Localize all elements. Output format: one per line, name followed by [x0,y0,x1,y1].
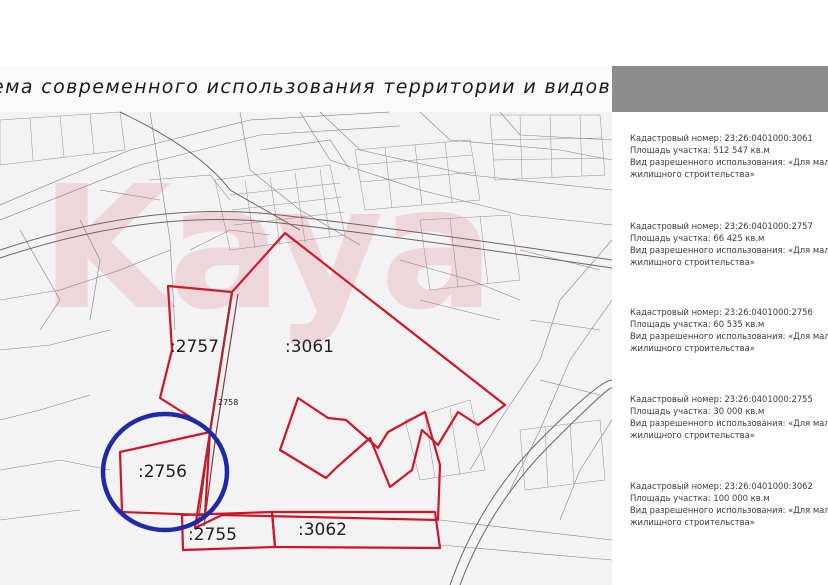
permitted-use-cont: жилищного строительства» [630,257,755,267]
cadastral-number: Кадастровый номер: 23:26:0401000:2757 [630,221,813,231]
cadastral-number: Кадастровый номер: 23:26:0401000:2756 [630,307,813,317]
legend-panel: Кадастровый номер: 23:26:0401000:3061 Пл… [612,66,828,585]
parcel-area: Площадь участка: 30 000 кв.м [630,406,765,416]
legend-item-3061: Кадастровый номер: 23:26:0401000:3061 Пл… [630,132,828,180]
legend-item-3062: Кадастровый номер: 23:26:0401000:3062 Пл… [630,480,828,528]
cadastral-map: :3061 :2757 :2756 :2755 :3062 2758 Kaya … [0,0,828,585]
cadastral-number: Кадастровый номер: 23:26:0401000:2755 [630,394,813,404]
parcel-label-2755: :2755 [188,525,237,545]
parcel-area: Площадь участка: 66 425 кв.м [630,233,765,243]
parcel-label-2756: :2756 [138,462,187,482]
parcel-area: Площадь участка: 100 000 кв.м [630,493,770,503]
parcel-label-3062: :3062 [298,520,347,540]
permitted-use-cont: жилищного строительства» [630,517,755,527]
permitted-use-cont: жилищного строительства» [630,343,755,353]
parcel-area: Площадь участка: 512 547 кв.м [630,145,770,155]
parcel-area: Площадь участка: 60 535 кв.м [630,319,765,329]
permitted-use: Вид разрешенного использования: «Для мал [630,418,828,428]
permitted-use-cont: жилищного строительства» [630,430,755,440]
permitted-use: Вид разрешенного использования: «Для мал [630,505,828,515]
parcel-label-2757: :2757 [170,337,219,357]
parcel-label-2758: 2758 [218,398,238,407]
permitted-use: Вид разрешенного использования: «Для мал [630,245,828,255]
cadastral-number: Кадастровый номер: 23:26:0401000:3061 [630,133,813,143]
legend-item-2756: Кадастровый номер: 23:26:0401000:2756 Пл… [630,306,828,354]
legend-item-2755: Кадастровый номер: 23:26:0401000:2755 Пл… [630,393,828,441]
cadastral-number: Кадастровый номер: 23:26:0401000:3062 [630,481,813,491]
legend-header [612,66,828,112]
permitted-use: Вид разрешенного использования: «Для мал [630,331,828,341]
parcel-label-3061: :3061 [285,337,334,357]
legend-item-2757: Кадастровый номер: 23:26:0401000:2757 Пл… [630,220,828,268]
permitted-use-cont: жилищного строительства» [630,169,755,179]
permitted-use: Вид разрешенного использования: «Для мал [630,157,828,167]
